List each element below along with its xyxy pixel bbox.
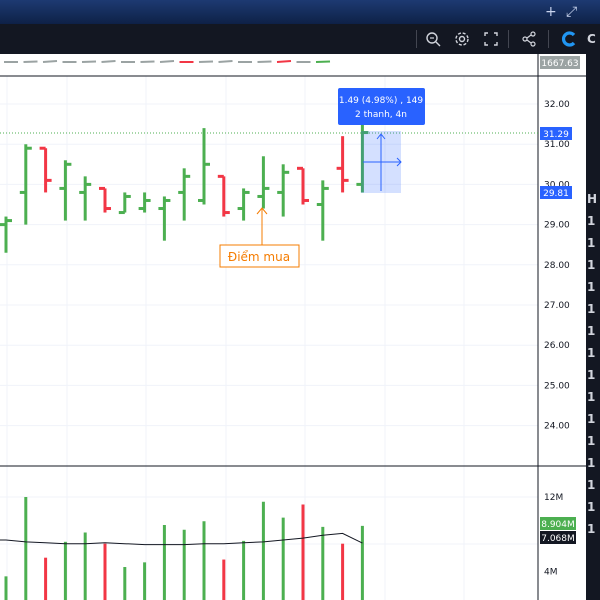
watchlist-glyph: C bbox=[587, 32, 596, 46]
price-axis: 32.0031.0030.0029.0028.0027.0026.0025.00… bbox=[544, 100, 570, 432]
compare-segment bbox=[101, 60, 116, 63]
measure-low-value: 29.81 bbox=[543, 189, 569, 199]
volume-tick-label: 12M bbox=[544, 493, 563, 503]
watchlist-glyph: 1 bbox=[587, 214, 596, 228]
callout-label: Điểm mua bbox=[228, 250, 290, 264]
window-title-bar: + ⤢ bbox=[0, 0, 600, 24]
price-tick-label: 26.00 bbox=[544, 341, 570, 351]
measure-line-1: 1.49 (4.98%) , 149 bbox=[339, 96, 424, 106]
chart-area[interactable]: 32.0031.0030.0029.0028.0027.0026.0025.00… bbox=[0, 54, 586, 600]
watchlist-glyph: 1 bbox=[587, 456, 596, 470]
watchlist-glyph: 1 bbox=[587, 368, 596, 382]
watchlist-glyph: 1 bbox=[587, 478, 596, 492]
price-tick-label: 29.00 bbox=[544, 221, 570, 231]
toolbar-divider bbox=[416, 30, 417, 48]
toolbar-divider bbox=[508, 30, 509, 48]
watchlist-glyph: 1 bbox=[587, 412, 596, 426]
watchlist-glyph: 1 bbox=[587, 258, 596, 272]
volume-ma-label: 7.068M bbox=[540, 531, 576, 544]
watchlist-panel: C H 1 1 1 1 1 1 1 1 1 1 1 1 1 1 1 bbox=[586, 24, 600, 600]
watchlist-glyph: 1 bbox=[587, 434, 596, 448]
watchlist-glyph: 1 bbox=[587, 280, 596, 294]
search-alert-icon[interactable] bbox=[422, 24, 444, 58]
last-price-label: 31.29 bbox=[540, 127, 572, 140]
price-tick-label: 32.00 bbox=[544, 100, 570, 110]
volume-value-label: 8.904M bbox=[540, 517, 576, 530]
toolbar-divider bbox=[548, 30, 549, 48]
price-tick-label: 27.00 bbox=[544, 301, 570, 311]
watchlist-glyph: 1 bbox=[587, 522, 596, 536]
price-tick-label: 25.00 bbox=[544, 381, 570, 391]
volume-tick-label: 4M bbox=[544, 568, 558, 578]
expand-window-icon[interactable]: ⤢ bbox=[566, 0, 577, 24]
watchlist-glyph: 1 bbox=[587, 500, 596, 514]
price-tick-label: 24.00 bbox=[544, 422, 570, 432]
share-icon[interactable] bbox=[518, 24, 540, 58]
compare-label: 1667.63 bbox=[540, 56, 580, 69]
measure-low-label: 29.81 bbox=[540, 186, 572, 199]
add-tab-icon[interactable]: + bbox=[545, 0, 557, 24]
volume-ma-value: 7.068M bbox=[541, 534, 575, 544]
last-price-value: 31.29 bbox=[543, 130, 569, 140]
price-tick-label: 31.00 bbox=[544, 140, 570, 150]
watchlist-glyph: 1 bbox=[587, 236, 596, 250]
compare-segment bbox=[276, 60, 292, 63]
gear-icon[interactable] bbox=[451, 24, 473, 58]
compare-segment bbox=[257, 60, 272, 63]
compare-segment bbox=[42, 60, 58, 63]
compare-line bbox=[4, 60, 331, 63]
chart-background bbox=[0, 54, 586, 600]
price-tick-label: 28.00 bbox=[544, 261, 570, 271]
watchlist-glyph: 1 bbox=[587, 324, 596, 338]
watchlist-glyph: 1 bbox=[587, 346, 596, 360]
compare-segment bbox=[140, 60, 155, 63]
compare-segment bbox=[315, 60, 331, 63]
chart-toolbar bbox=[0, 24, 586, 55]
compare-segment bbox=[159, 60, 175, 63]
watchlist-glyph: 1 bbox=[587, 390, 596, 404]
volume-value: 8.904M bbox=[541, 520, 575, 530]
compare-segment bbox=[198, 60, 214, 63]
compare-value-label: 1667.63 bbox=[541, 59, 578, 69]
compare-segment bbox=[81, 60, 97, 63]
watchlist-glyph: H bbox=[587, 192, 598, 206]
fullscreen-icon[interactable] bbox=[480, 24, 502, 58]
compare-segment bbox=[218, 60, 233, 63]
measure-line-2: 2 thanh, 4n bbox=[355, 110, 407, 120]
compare-segment bbox=[23, 60, 38, 63]
watchlist-glyph: 1 bbox=[587, 302, 596, 316]
